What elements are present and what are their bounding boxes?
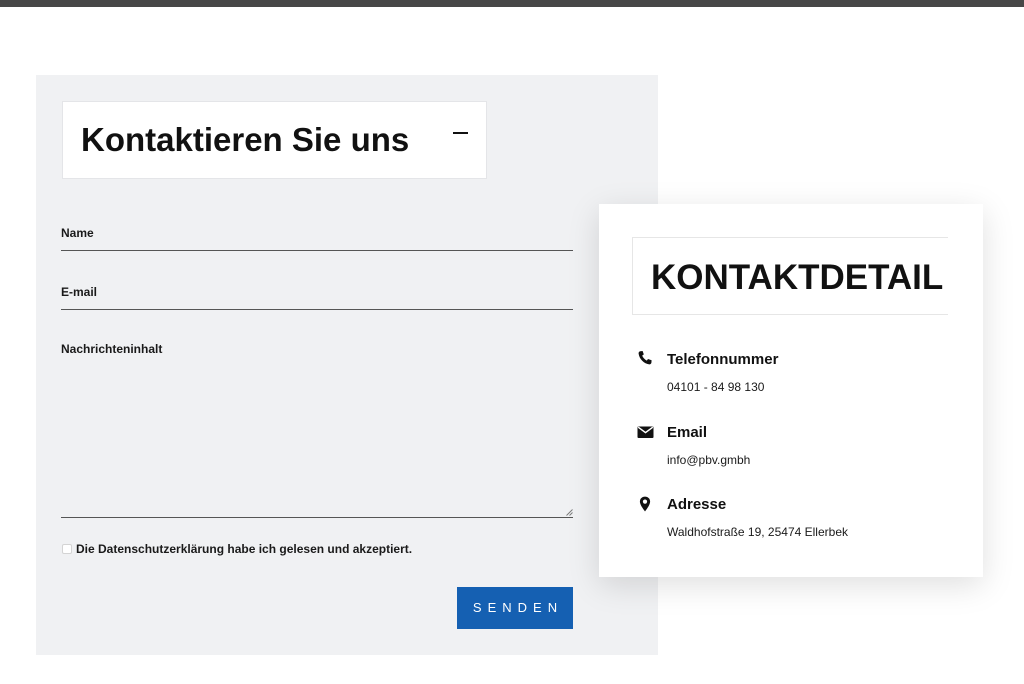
contact-form: Kontaktieren Sie uns Name E-mail Nachric… bbox=[36, 75, 658, 655]
address-value: Waldhofstraße 19, 25474 Ellerbek bbox=[667, 525, 848, 539]
consent-checkbox[interactable] bbox=[62, 544, 72, 554]
consent-label: Die Datenschutzerklärung habe ich gelese… bbox=[76, 542, 413, 556]
minus-icon[interactable] bbox=[453, 132, 468, 134]
name-input[interactable] bbox=[61, 231, 573, 249]
form-title: Kontaktieren Sie uns bbox=[81, 121, 410, 158]
top-bar bbox=[0, 0, 1024, 7]
email-heading: Email bbox=[667, 424, 708, 441]
message-underline bbox=[61, 517, 573, 518]
name-underline bbox=[61, 250, 573, 251]
email-input[interactable] bbox=[61, 290, 573, 308]
address-heading: Adresse bbox=[667, 496, 727, 513]
form-title-box: Kontaktieren Sie uns bbox=[62, 101, 487, 179]
card-title-box: KONTAKTDETAIL bbox=[632, 237, 948, 315]
resize-handle-icon[interactable] bbox=[566, 509, 573, 516]
message-textarea[interactable] bbox=[61, 365, 573, 517]
message-label: Nachrichteninhalt bbox=[61, 342, 163, 356]
phone-icon bbox=[638, 351, 652, 365]
send-button[interactable]: SENDEN bbox=[457, 587, 573, 629]
map-pin-icon bbox=[639, 496, 651, 512]
phone-value[interactable]: 04101 - 84 98 130 bbox=[667, 380, 764, 394]
email-value[interactable]: info@pbv.gmbh bbox=[667, 453, 750, 467]
card-title: KONTAKTDETAIL bbox=[651, 258, 944, 297]
phone-heading: Telefonnummer bbox=[667, 351, 779, 368]
contact-details-card: KONTAKTDETAIL Telefonnummer 04101 - 84 9… bbox=[599, 204, 983, 577]
email-underline bbox=[61, 309, 573, 310]
envelope-icon bbox=[637, 426, 654, 438]
